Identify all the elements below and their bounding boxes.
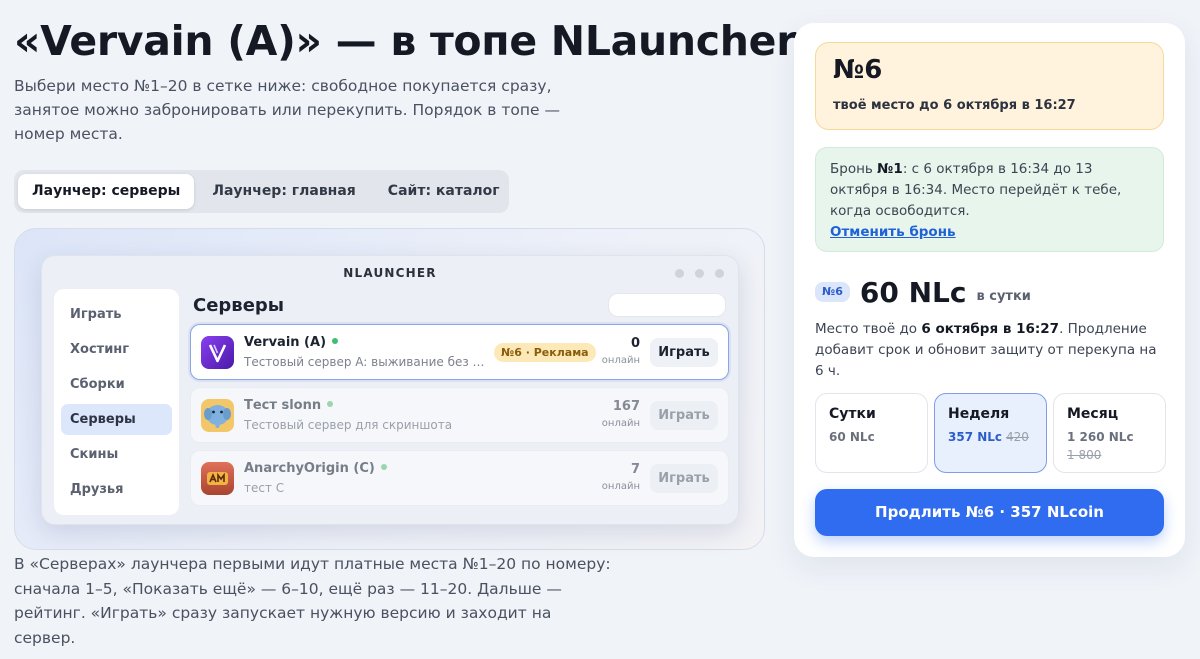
booking-number: №1: [877, 161, 903, 177]
view-tabs: Лаунчер: серверы Лаунчер: главная Сайт: …: [14, 170, 509, 213]
spot-pill: №6: [815, 282, 850, 302]
period-selector: Сутки 60 NLc Неделя 357 NLc 420 Месяц 1 2…: [815, 393, 1166, 473]
sidebar-item-servers[interactable]: Серверы: [61, 404, 172, 435]
page-lead: Выбери место №1–20 в сетке ниже: свободн…: [14, 77, 560, 143]
anarchy-logo-icon: [201, 462, 234, 495]
window-title: NLAUNCHER: [343, 266, 437, 280]
footer-explanation: В «Серверах» лаунчера первыми идут платн…: [14, 555, 611, 647]
promo-badge: №6 · Реклама: [494, 343, 596, 362]
server-description: Тестовый сервер для скриншота: [244, 418, 453, 432]
online-status-icon: [380, 464, 387, 470]
sidebar-item-play[interactable]: Играть: [61, 299, 172, 330]
online-status-icon: [332, 338, 339, 344]
launcher-sidebar: Играть Хостинг Сборки Серверы Скины Друз…: [54, 289, 179, 515]
sidebar-item-skins[interactable]: Скины: [61, 439, 172, 470]
window-dot-icon[interactable]: [715, 269, 724, 278]
online-count: 167: [612, 399, 640, 414]
online-label: онлайн: [601, 418, 640, 429]
booking-prefix: Бронь: [830, 161, 878, 177]
booking-notice: Бронь №1: с 6 октября в 16:34 до 13 октя…: [815, 147, 1164, 252]
period-option-day[interactable]: Сутки 60 NLc: [815, 393, 928, 473]
server-row[interactable]: Тест slonn Тестовый сервер для скриншота…: [190, 387, 729, 443]
online-count: 0: [630, 336, 640, 351]
old-price: 420: [1006, 430, 1029, 444]
spot-until: твоё место до 6 октября в 16:27: [833, 98, 1076, 113]
server-description: тест С: [244, 481, 285, 495]
expiry-date: 6 октября в 16:27: [921, 321, 1060, 337]
elephant-logo-icon: [201, 399, 234, 432]
price-value: 60 NLc: [859, 275, 967, 309]
price-row: №6 60 NLc в сутки: [815, 272, 1031, 312]
period-option-week[interactable]: Неделя 357 NLc 420: [934, 393, 1047, 473]
play-button[interactable]: Играть: [650, 464, 718, 493]
search-input[interactable]: [608, 293, 726, 317]
online-label: онлайн: [601, 355, 640, 366]
tab-launcher-servers[interactable]: Лаунчер: серверы: [18, 174, 195, 209]
period-option-month[interactable]: Месяц 1 260 NLc 1 800: [1053, 393, 1166, 473]
page-title: «Vervain (A)» — в топе NLauncher: [14, 17, 797, 65]
spot-card: №6 твоё место до 6 октября в 16:27 Бронь…: [794, 23, 1185, 557]
play-button[interactable]: Играть: [650, 338, 718, 367]
online-label: онлайн: [601, 481, 640, 492]
tab-launcher-home[interactable]: Лаунчер: главная: [198, 174, 369, 209]
old-price: 1 800: [1067, 448, 1102, 462]
play-button[interactable]: Играть: [650, 401, 718, 430]
server-name: Тест slonn: [244, 398, 334, 413]
current-spot: №6 твоё место до 6 октября в 16:27: [815, 42, 1164, 130]
server-name: Vervain (A): [244, 335, 339, 350]
section-title: Серверы: [193, 295, 285, 316]
window-dot-icon[interactable]: [695, 269, 704, 278]
window-controls: [675, 269, 724, 278]
cancel-booking-link[interactable]: Отменить бронь: [830, 222, 1149, 243]
launcher-window: NLAUNCHER Играть Хостинг Сборки Серверы …: [41, 255, 739, 525]
server-description: Тестовый сервер A: выживание без вайпа: [244, 355, 489, 369]
server-name: AnarchyOrigin (C): [244, 461, 387, 476]
vervain-logo-icon: [201, 336, 234, 369]
server-row[interactable]: AnarchyOrigin (C) тест С 7 онлайн Играть: [190, 450, 729, 506]
online-count: 7: [630, 462, 640, 477]
window-dot-icon[interactable]: [675, 269, 684, 278]
renewal-info: Место твоё до 6 октября в 16:27. Продлен…: [815, 321, 1157, 379]
sidebar-item-friends[interactable]: Друзья: [61, 474, 172, 505]
online-status-icon: [327, 401, 334, 407]
price-period: в сутки: [976, 288, 1031, 304]
sidebar-item-hosting[interactable]: Хостинг: [61, 334, 172, 365]
server-row[interactable]: Vervain (A) Тестовый сервер A: выживание…: [190, 324, 729, 380]
tab-site-catalog[interactable]: Сайт: каталог: [374, 174, 514, 209]
extend-button[interactable]: Продлить №6 · 357 NLcoin: [815, 489, 1164, 536]
spot-number: №6: [833, 55, 883, 85]
sidebar-item-modpacks[interactable]: Сборки: [61, 369, 172, 400]
launcher-preview: NLAUNCHER Играть Хостинг Сборки Серверы …: [14, 228, 765, 550]
